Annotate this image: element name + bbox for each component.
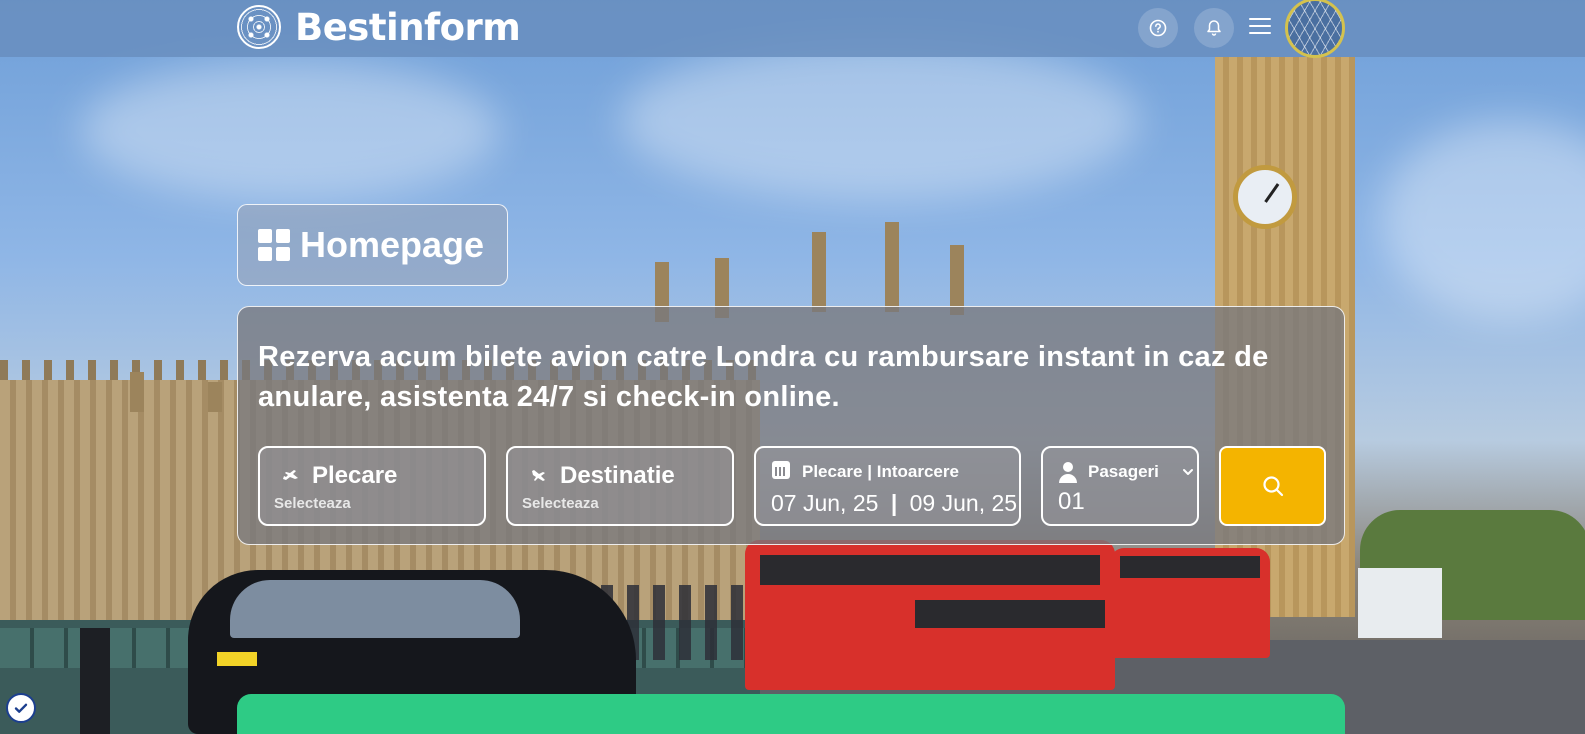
checkmark-icon [14,703,28,713]
chevron-down-icon [1183,469,1193,475]
dates-values: 07 Jun, 25 | 09 Jun, 25 [771,490,1017,517]
notifications-button[interactable] [1194,8,1234,48]
destination-label: Destinatie [560,462,675,489]
calendar-icon [772,461,790,479]
dashboard-grid-icon [258,229,290,261]
destination-field[interactable]: Destinatie Selecteaza [506,446,734,526]
passengers-value: 01 [1058,488,1085,515]
content-section-top [237,694,1345,734]
brand-name: Bestinform [295,5,521,49]
dates-label: Plecare | Intoarcere [802,462,959,482]
avatar[interactable] [1285,0,1345,58]
passengers-label: Pasageri [1088,462,1159,481]
plane-landing-icon [532,470,545,481]
help-icon [1149,19,1167,37]
departure-field[interactable]: Plecare Selecteaza [258,446,486,526]
departure-label: Plecare [312,462,398,489]
dates-values-separator: | [890,490,898,516]
bell-icon [1207,20,1221,36]
menu-icon[interactable] [1249,18,1271,36]
page-title-badge: Homepage [237,204,508,286]
depart-date-label: Plecare [802,462,863,481]
plane-takeoff-icon [283,470,298,480]
depart-date-value: 07 Jun, 25 [771,490,879,516]
passengers-select[interactable]: Pasageri 01 [1041,446,1199,526]
flight-search-panel: Rezerva acum bilete avion catre Londra c… [237,306,1345,545]
dates-field[interactable]: Plecare | Intoarcere 07 Jun, 25 | 09 Jun… [754,446,1021,526]
dates-separator: | [867,462,872,481]
verification-badge[interactable] [6,693,36,723]
page-title: Homepage [300,224,485,265]
brand-logo[interactable]: Bestinform [237,5,521,49]
top-navbar: Bestinform [0,0,1585,58]
search-button[interactable] [1219,446,1326,526]
return-date-label: Intoarcere [876,462,959,481]
destination-value: Selecteaza [522,495,599,512]
return-date-value: 09 Jun, 25 [909,490,1018,516]
help-button[interactable] [1138,8,1178,48]
logo-globe-icon [237,5,281,49]
departure-value: Selecteaza [274,495,351,512]
search-headline: Rezerva acum bilete avion catre Londra c… [258,341,1269,413]
search-icon [1262,476,1283,497]
person-icon [1059,462,1077,484]
